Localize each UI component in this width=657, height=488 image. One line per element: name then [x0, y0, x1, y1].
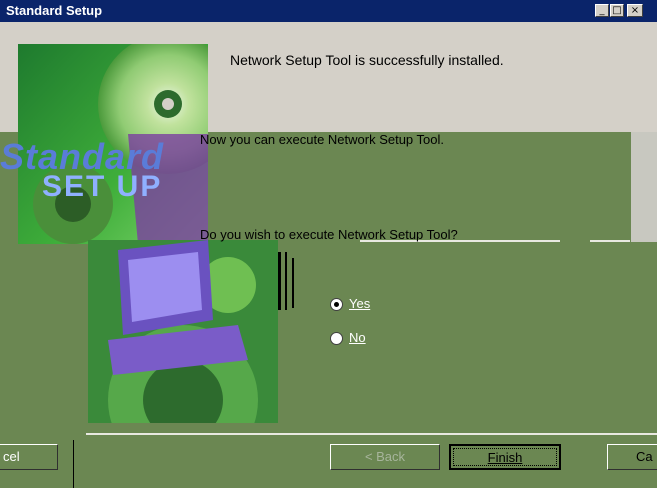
window-title: Standard Setup [6, 3, 103, 18]
no-radio-label[interactable]: No [349, 330, 366, 345]
vertical-divider [73, 440, 74, 488]
computer-gear-image [88, 240, 278, 423]
focus-rect [453, 448, 557, 466]
cancel-button-fragment[interactable]: cel [0, 444, 58, 470]
radio-selected-dot [334, 302, 339, 307]
separator-line [590, 240, 630, 242]
execute-message: Now you can execute Network Setup Tool. [200, 132, 445, 147]
button-area-divider [86, 433, 657, 435]
installed-message: Network Setup Tool is successfully insta… [230, 52, 504, 68]
banner-logo-line2: SET UP [42, 170, 163, 203]
close-button[interactable]: × [627, 4, 643, 17]
back-button[interactable]: < Back [330, 444, 440, 470]
minimize-button[interactable]: _ [595, 4, 609, 17]
vertical-bar [285, 252, 287, 310]
no-radio[interactable] [330, 332, 343, 345]
render-artifact-panel [198, 132, 631, 242]
dialog-edge-strip [631, 132, 657, 242]
execute-question: Do you wish to execute Network Setup Too… [200, 227, 458, 242]
vertical-bar [278, 252, 281, 310]
maximize-button[interactable]: □ [610, 4, 624, 17]
yes-radio[interactable] [330, 298, 343, 311]
yes-radio-label[interactable]: Yes [349, 296, 370, 311]
finish-button[interactable]: Finish [449, 444, 561, 470]
vertical-bar [292, 258, 294, 308]
cancel-button[interactable]: Ca [607, 444, 657, 470]
